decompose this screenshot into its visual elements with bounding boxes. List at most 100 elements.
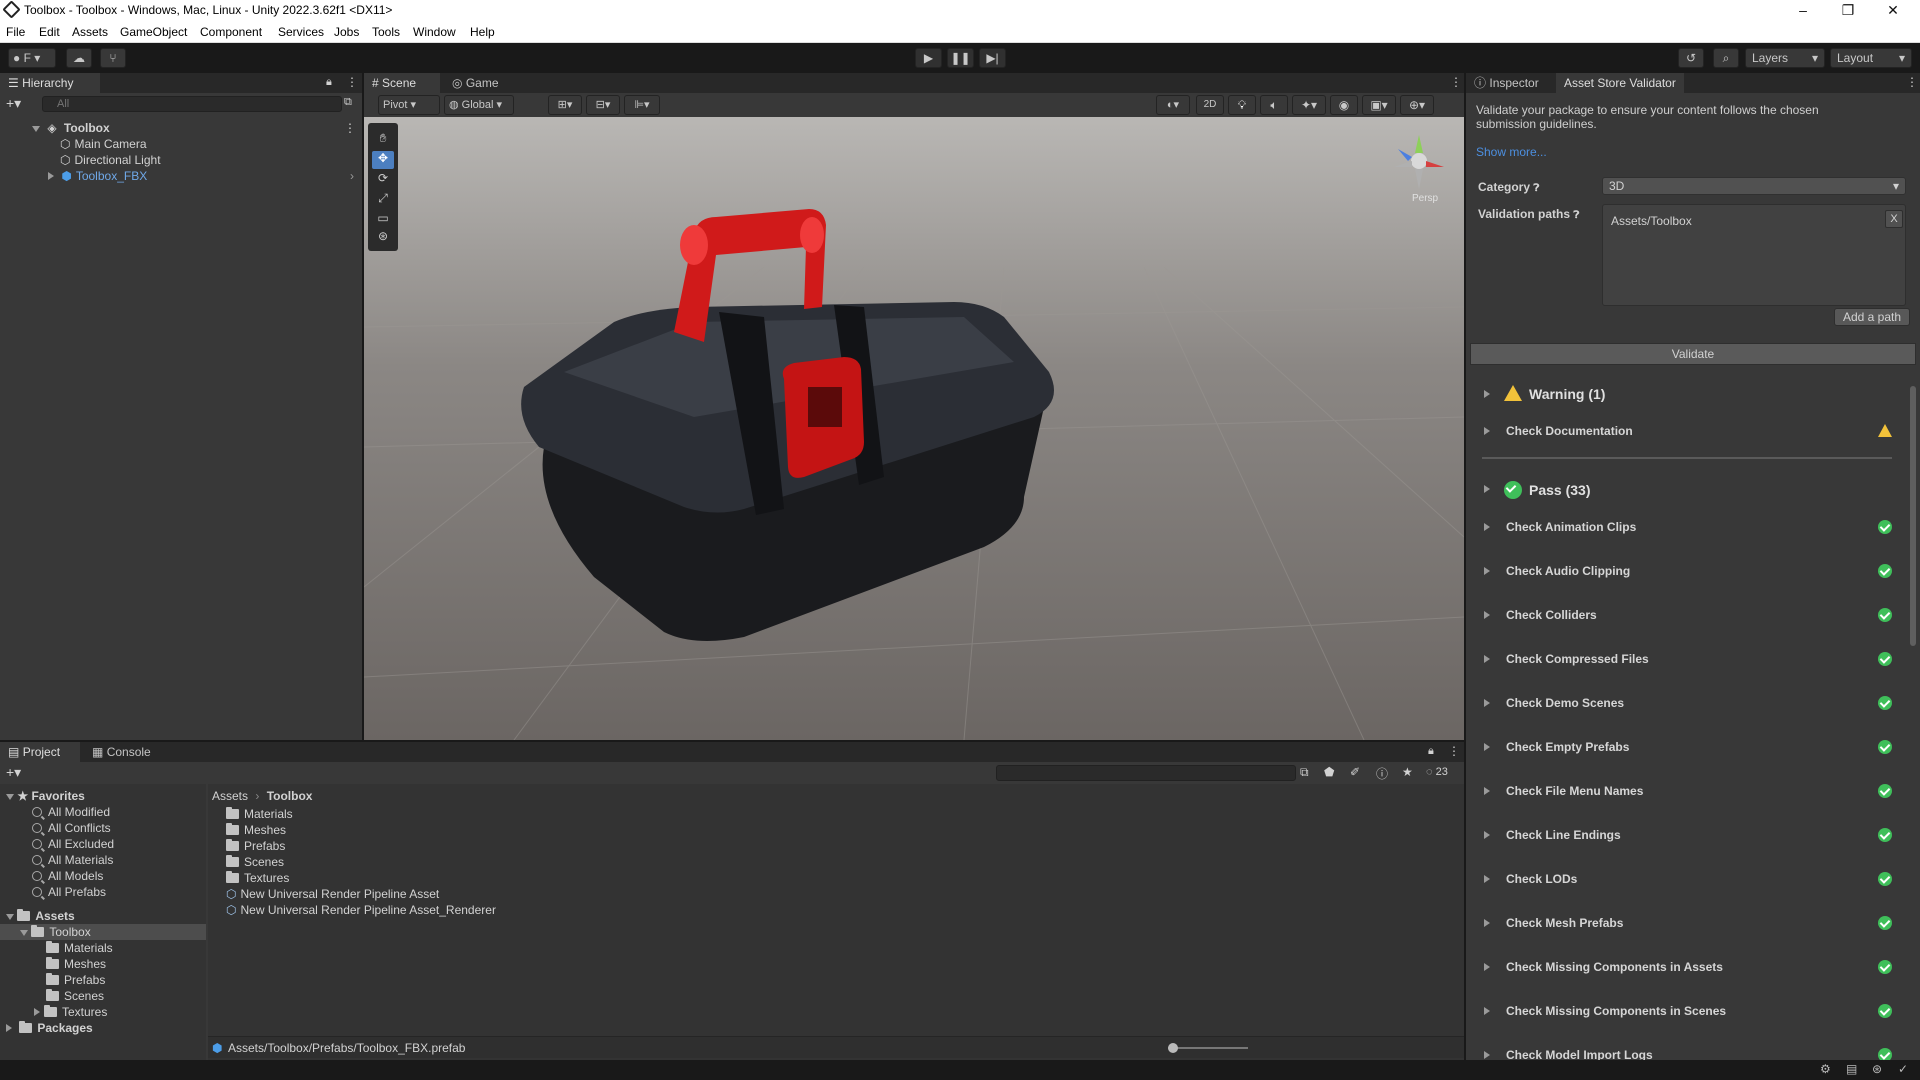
- help-icon[interactable]: ❓︎: [1573, 210, 1579, 221]
- slider-handle[interactable]: [1168, 1043, 1178, 1053]
- menu-edit[interactable]: Edit: [39, 25, 60, 39]
- gizmos-dropdown[interactable]: ⊕▾: [1400, 95, 1434, 115]
- expand-arrow-icon[interactable]: [1484, 743, 1490, 751]
- cloud-button[interactable]: ☁: [66, 48, 92, 68]
- maximize-icon[interactable]: ❐: [1833, 2, 1863, 19]
- menu-gameobject[interactable]: GameObject: [120, 25, 187, 39]
- expand-arrow-icon[interactable]: [1484, 963, 1490, 971]
- filter-label-icon[interactable]: ⬟: [1324, 765, 1334, 779]
- tab-inspector[interactable]: ⓘ Inspector: [1466, 73, 1554, 93]
- expand-arrow-icon[interactable]: [1484, 919, 1490, 927]
- warning-group-header[interactable]: Warning (1): [1474, 375, 1900, 415]
- hierarchy-item[interactable]: ⬡ Main Camera: [60, 136, 147, 152]
- lighting-toggle[interactable]: 💡︎: [1228, 95, 1256, 115]
- check-item-pass[interactable]: Check Line Endings: [1474, 816, 1900, 856]
- menu-services[interactable]: Services: [278, 25, 324, 39]
- expand-arrow-icon[interactable]: [20, 930, 28, 936]
- tab-project[interactable]: ▤ Project: [0, 742, 80, 762]
- check-item-pass[interactable]: Check Colliders: [1474, 596, 1900, 636]
- content-folder[interactable]: Materials: [226, 806, 293, 822]
- remove-path-button[interactable]: X: [1885, 210, 1903, 228]
- more-options-icon[interactable]: ⋮: [1448, 744, 1460, 758]
- content-folder[interactable]: Prefabs: [226, 838, 285, 854]
- add-object-button[interactable]: +▾: [6, 95, 21, 112]
- pass-group-header[interactable]: Pass (33): [1474, 470, 1900, 510]
- grid-button[interactable]: ⊟▾: [586, 95, 620, 115]
- breadcrumb-assets[interactable]: Assets: [212, 789, 248, 803]
- lock-icon[interactable]: 🔒︎: [1428, 745, 1434, 758]
- undo-history-button[interactable]: ↺: [1678, 48, 1704, 68]
- menu-assets[interactable]: Assets: [72, 25, 108, 39]
- results-scrollbar[interactable]: [1908, 376, 1918, 1056]
- tree-folder[interactable]: Textures: [34, 1004, 107, 1020]
- hierarchy-search-input[interactable]: [42, 96, 342, 112]
- expand-arrow-icon[interactable]: [1484, 875, 1490, 883]
- check-item-pass[interactable]: Check Missing Components in Assets: [1474, 948, 1900, 988]
- check-item-pass[interactable]: Check Demo Scenes: [1474, 684, 1900, 724]
- increment-snap-button[interactable]: ⊫▾: [624, 95, 660, 115]
- tree-folder[interactable]: Scenes: [46, 988, 104, 1004]
- hidden-objects-toggle[interactable]: ◉: [1330, 95, 1358, 115]
- check-item-pass[interactable]: Check Audio Clipping: [1474, 552, 1900, 592]
- more-options-icon[interactable]: ⋮: [1450, 75, 1462, 89]
- expand-arrow-icon[interactable]: [48, 172, 54, 180]
- more-options-icon[interactable]: ⋮: [346, 75, 358, 89]
- status-cache-icon[interactable]: ▤: [1846, 1062, 1857, 1076]
- more-options-icon[interactable]: ⋮: [344, 120, 356, 136]
- expand-arrow-icon[interactable]: [1484, 1007, 1490, 1015]
- audio-toggle[interactable]: 🔈︎: [1260, 95, 1288, 115]
- status-network-icon[interactable]: ⊛: [1872, 1062, 1882, 1076]
- star-icon[interactable]: ★: [1402, 765, 1413, 779]
- content-folder[interactable]: Textures: [226, 870, 289, 886]
- expand-arrow-icon[interactable]: [32, 126, 40, 132]
- expand-arrow-icon[interactable]: [6, 794, 14, 800]
- menu-component[interactable]: Component: [200, 25, 262, 39]
- persp-label[interactable]: Persp: [1412, 193, 1438, 204]
- tree-folder[interactable]: Materials: [46, 940, 113, 956]
- play-button[interactable]: ▶: [915, 48, 942, 68]
- scene-viewport[interactable]: ✋︎ ✥ ⟳ ⤢ ▭ ⊛ Persp: [364, 117, 1464, 740]
- content-asset[interactable]: ⬡ New Universal Render Pipeline Asset: [226, 886, 439, 902]
- tree-folder[interactable]: Prefabs: [46, 972, 105, 988]
- expand-arrow-icon[interactable]: [1484, 427, 1490, 435]
- hierarchy-item-selected[interactable]: ⬢ Toolbox_FBX ›: [48, 168, 354, 184]
- check-item-pass[interactable]: Check Compressed Files: [1474, 640, 1900, 680]
- check-item-pass[interactable]: Check Missing Components in Scenes: [1474, 992, 1900, 1032]
- show-more-link[interactable]: Show more...: [1476, 145, 1547, 159]
- layers-dropdown[interactable]: Layers ▾: [1745, 48, 1825, 68]
- favorites-header[interactable]: ★ Favorites: [6, 788, 85, 804]
- expand-arrow-icon[interactable]: [1484, 523, 1490, 531]
- minimize-icon[interactable]: –: [1788, 2, 1818, 18]
- check-item-pass[interactable]: Check Animation Clips: [1474, 508, 1900, 548]
- scene-visibility-icon[interactable]: ⧉: [344, 96, 352, 109]
- project-search-input[interactable]: [996, 765, 1296, 781]
- validate-button[interactable]: Validate: [1470, 343, 1916, 365]
- expand-arrow-icon[interactable]: [1484, 655, 1490, 663]
- add-path-button[interactable]: Add a path: [1834, 308, 1910, 326]
- hidden-count[interactable]: ◌ 23: [1426, 766, 1448, 778]
- account-dropdown[interactable]: ● F ▾: [8, 48, 56, 68]
- expand-arrow-icon[interactable]: [1484, 787, 1490, 795]
- check-item-pass[interactable]: Check Empty Prefabs: [1474, 728, 1900, 768]
- tab-hierarchy[interactable]: ☰ Hierarchy: [0, 73, 100, 93]
- more-options-icon[interactable]: ⋮: [1906, 75, 1918, 89]
- menu-file[interactable]: File: [6, 25, 25, 39]
- content-folder[interactable]: Meshes: [226, 822, 286, 838]
- filter-type-icon[interactable]: ⧉: [1300, 765, 1309, 780]
- help-icon[interactable]: ❓︎: [1533, 183, 1539, 194]
- assets-root[interactable]: Assets: [6, 908, 75, 924]
- tab-game[interactable]: ◎ Game: [444, 73, 514, 93]
- check-item-pass[interactable]: Check File Menu Names: [1474, 772, 1900, 812]
- pause-button[interactable]: ❚❚: [947, 48, 974, 68]
- expand-arrow-icon[interactable]: [1484, 390, 1490, 398]
- scale-tool-button[interactable]: ⤢: [372, 191, 394, 209]
- hierarchy-scene-root[interactable]: ◈ Toolbox ⋮: [32, 120, 356, 136]
- expand-arrow-icon[interactable]: [1484, 485, 1490, 493]
- check-item-pass[interactable]: Check Mesh Prefabs: [1474, 904, 1900, 944]
- hierarchy-item[interactable]: ⬡ Directional Light: [60, 152, 161, 168]
- expand-arrow-icon[interactable]: [34, 1008, 40, 1016]
- expand-arrow-icon[interactable]: [1484, 611, 1490, 619]
- tab-scene[interactable]: # Scene: [364, 73, 440, 93]
- breadcrumb-toolbox[interactable]: Toolbox: [267, 789, 313, 803]
- content-asset[interactable]: ⬡ New Universal Render Pipeline Asset_Ren…: [226, 902, 496, 918]
